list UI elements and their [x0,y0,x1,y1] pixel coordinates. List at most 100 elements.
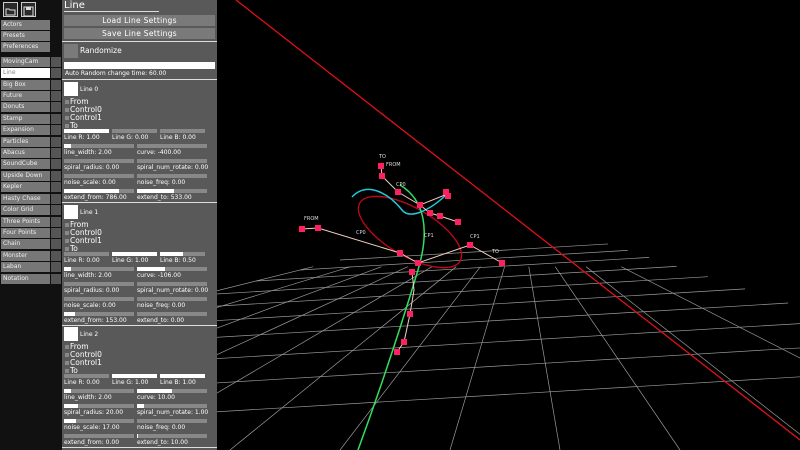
line-g-slider[interactable] [112,374,157,378]
sidebar-item-presets[interactable]: Presets [1,31,50,41]
sidebar-item-toggle[interactable] [51,125,61,135]
curve-slider[interactable] [137,267,207,271]
sidebar-item-toggle[interactable] [51,228,61,238]
line-r-slider[interactable] [64,129,109,133]
point-radio-to[interactable] [65,247,69,251]
line-enable-toggle[interactable] [64,205,78,219]
control-node[interactable] [455,219,461,225]
control-node[interactable] [445,193,451,199]
extend-from-slider[interactable] [64,434,134,438]
load-settings-button[interactable]: Load Line Settings [64,15,215,26]
sidebar-item-toggle[interactable] [51,274,61,284]
noise-freq-slider[interactable] [137,174,207,178]
sidebar-item-monster[interactable]: Monster [1,251,50,261]
sidebar-item-kepler[interactable]: Kepler [1,182,50,192]
line-g-slider[interactable] [112,129,157,133]
control-node[interactable] [401,339,407,345]
extend-to-slider[interactable] [137,312,207,316]
sidebar-item-abacus[interactable]: Abacus [1,148,50,158]
spiral-num-rotate-slider[interactable] [137,282,207,286]
control-node[interactable] [315,225,321,231]
sidebar-item-movingcam[interactable]: MovingCam [1,57,50,67]
control-node[interactable] [409,269,415,275]
sidebar-item-toggle[interactable] [51,80,61,90]
sidebar-item-toggle[interactable] [51,239,61,249]
sidebar-item-toggle[interactable] [51,148,61,158]
line-b-slider[interactable] [160,252,205,256]
noise-scale-slider[interactable] [64,174,134,178]
spiral-num-rotate-slider[interactable] [137,159,207,163]
sidebar-item-toggle[interactable] [51,217,61,227]
curve-slider[interactable] [137,389,207,393]
noise-scale-slider[interactable] [64,297,134,301]
sidebar-item-toggle[interactable] [51,137,61,147]
control-node[interactable] [467,242,473,248]
control-node[interactable] [407,311,413,317]
sidebar-item-particles[interactable]: Particles [1,137,50,147]
sidebar-item-toggle[interactable] [51,102,61,112]
line-g-slider[interactable] [112,252,157,256]
point-radio-control0[interactable] [65,108,69,112]
sidebar-item-three-points[interactable]: Three Points [1,217,50,227]
control-node[interactable] [437,213,443,219]
point-radio-to[interactable] [65,124,69,128]
save-settings-button[interactable]: Save Line Settings [64,28,215,39]
extend-from-slider[interactable] [64,312,134,316]
control-node[interactable] [395,189,401,195]
spiral-radius-slider[interactable] [64,282,134,286]
sidebar-item-toggle[interactable] [51,205,61,215]
line-b-slider[interactable] [160,129,205,133]
folder-icon[interactable] [3,2,18,17]
point-radio-control1[interactable] [65,239,69,243]
sidebar-item-line[interactable]: Line [1,68,50,78]
sidebar-item-toggle[interactable] [51,68,61,78]
randomize-toggle[interactable] [64,44,78,58]
control-node[interactable] [427,210,433,216]
noise-freq-slider[interactable] [137,297,207,301]
sidebar-item-toggle[interactable] [51,171,61,181]
control-node[interactable] [299,226,305,232]
sidebar-item-toggle[interactable] [51,57,61,67]
sidebar-item-laban[interactable]: Laban [1,262,50,272]
spiral-radius-slider[interactable] [64,404,134,408]
control-node[interactable] [379,173,385,179]
control-node[interactable] [397,250,403,256]
curve-slider[interactable] [137,144,207,148]
point-radio-to[interactable] [65,369,69,373]
sidebar-item-expansion[interactable]: Expansion [1,125,50,135]
line-r-slider[interactable] [64,374,109,378]
sidebar-item-toggle[interactable] [51,194,61,204]
control-node[interactable] [417,202,423,208]
line-enable-toggle[interactable] [64,82,78,96]
sidebar-item-donuts[interactable]: Donuts [1,102,50,112]
extend-to-slider[interactable] [137,434,207,438]
line-width-slider[interactable] [64,144,134,148]
sidebar-item-upside-down[interactable]: Upside Down [1,171,50,181]
extend-from-slider[interactable] [64,189,134,193]
floppy-icon[interactable] [21,2,36,17]
line-enable-toggle[interactable] [64,327,78,341]
sidebar-item-soundcube[interactable]: SoundCube [1,159,50,169]
sidebar-item-toggle[interactable] [51,262,61,272]
point-radio-control1[interactable] [65,361,69,365]
sidebar-item-toggle[interactable] [51,114,61,124]
sidebar-item-toggle[interactable] [51,251,61,261]
line-b-slider[interactable] [160,374,205,378]
spiral-radius-slider[interactable] [64,159,134,163]
sidebar-item-future[interactable]: Future [1,91,50,101]
control-node[interactable] [378,163,384,169]
noise-freq-slider[interactable] [137,419,207,423]
sidebar-item-hasty-chase[interactable]: Hasty Chase [1,194,50,204]
control-node[interactable] [499,260,505,266]
point-radio-control0[interactable] [65,231,69,235]
sidebar-item-color-grid[interactable]: Color Grid [1,205,50,215]
control-node[interactable] [415,260,421,266]
point-radio-control1[interactable] [65,116,69,120]
point-radio-from[interactable] [65,345,69,349]
line-width-slider[interactable] [64,389,134,393]
sidebar-item-chain[interactable]: Chain [1,239,50,249]
point-radio-from[interactable] [65,223,69,227]
point-radio-from[interactable] [65,100,69,104]
extend-to-slider[interactable] [137,189,207,193]
spiral-num-rotate-slider[interactable] [137,404,207,408]
